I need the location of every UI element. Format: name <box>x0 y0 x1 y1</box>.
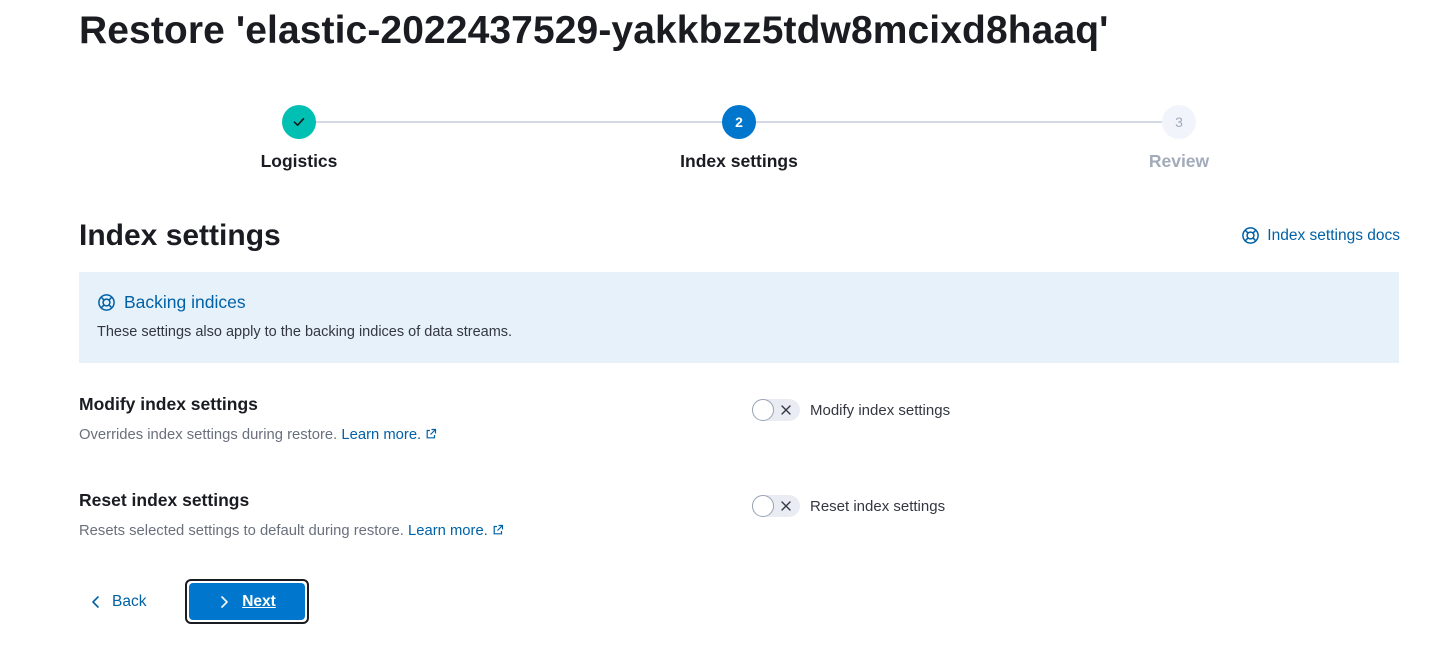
setting-description-text: Overrides index settings during restore. <box>79 427 338 443</box>
page-title: Restore 'elastic-2022437529-yakkbzz5tdw8… <box>79 9 1109 52</box>
back-button[interactable]: Back <box>80 582 156 622</box>
learn-more-link[interactable]: Learn more. <box>341 427 437 443</box>
step-number: 2 <box>722 105 756 139</box>
modify-index-settings-toggle[interactable]: Modify index settings <box>752 399 950 421</box>
setting-description-text: Resets selected settings to default duri… <box>79 523 404 539</box>
modify-index-settings-row: Modify index settings Overrides index se… <box>79 393 1399 453</box>
index-settings-docs-link[interactable]: Index settings docs <box>1241 226 1400 245</box>
toggle-label[interactable]: Reset index settings <box>810 498 945 515</box>
external-link-icon <box>493 524 503 535</box>
step-title: Index settings <box>680 151 798 171</box>
step-number: 3 <box>1162 105 1196 139</box>
toggle-switch[interactable] <box>752 399 800 421</box>
next-button-body[interactable]: Next <box>189 583 305 620</box>
step-title: Review <box>1148 151 1210 171</box>
back-button-label: Back <box>112 593 147 610</box>
learn-more-link[interactable]: Learn more. <box>408 523 504 539</box>
backing-indices-callout: Backing indices These settings also appl… <box>79 272 1399 363</box>
step-review: 3 Review <box>1059 105 1299 172</box>
next-button[interactable]: Next <box>185 579 309 624</box>
lifebuoy-icon <box>1242 227 1260 244</box>
reset-index-settings-toggle[interactable]: Reset index settings <box>752 495 945 517</box>
section-title: Index settings <box>79 219 281 252</box>
docs-link-label: Index settings docs <box>1267 226 1400 244</box>
reset-index-settings-row: Reset index settings Resets selected set… <box>79 489 1399 549</box>
toggle-knob <box>752 399 774 421</box>
callout-header: Backing indices <box>97 290 1381 314</box>
chevron-left-icon <box>92 596 99 608</box>
step-logistics[interactable]: Logistics <box>179 105 419 172</box>
callout-body: These settings also apply to the backing… <box>97 324 513 340</box>
step-title: Logistics <box>260 151 338 171</box>
setting-title: Reset index settings <box>79 490 250 510</box>
setting-description: Overrides index settings during restore.… <box>79 427 1399 443</box>
next-button-label: Next <box>242 592 276 610</box>
learn-more-label: Learn more. <box>408 523 488 539</box>
setting-title: Modify index settings <box>79 394 258 414</box>
external-link-icon <box>426 428 437 439</box>
close-icon <box>781 405 791 415</box>
toggle-knob <box>752 495 774 517</box>
toggle-switch[interactable] <box>752 495 800 517</box>
step-complete-indicator <box>282 105 316 139</box>
stepper: Logistics 2 Index settings 3 Review <box>0 105 1432 185</box>
setting-description: Resets selected settings to default duri… <box>79 523 1399 539</box>
toggle-label[interactable]: Modify index settings <box>810 402 950 419</box>
check-icon <box>293 117 305 127</box>
step-index-settings[interactable]: 2 Index settings <box>619 105 859 172</box>
callout-title: Backing indices <box>124 292 246 312</box>
learn-more-label: Learn more. <box>341 427 422 443</box>
close-icon <box>781 501 791 511</box>
lifebuoy-icon <box>98 293 115 311</box>
chevron-right-icon <box>221 595 228 608</box>
